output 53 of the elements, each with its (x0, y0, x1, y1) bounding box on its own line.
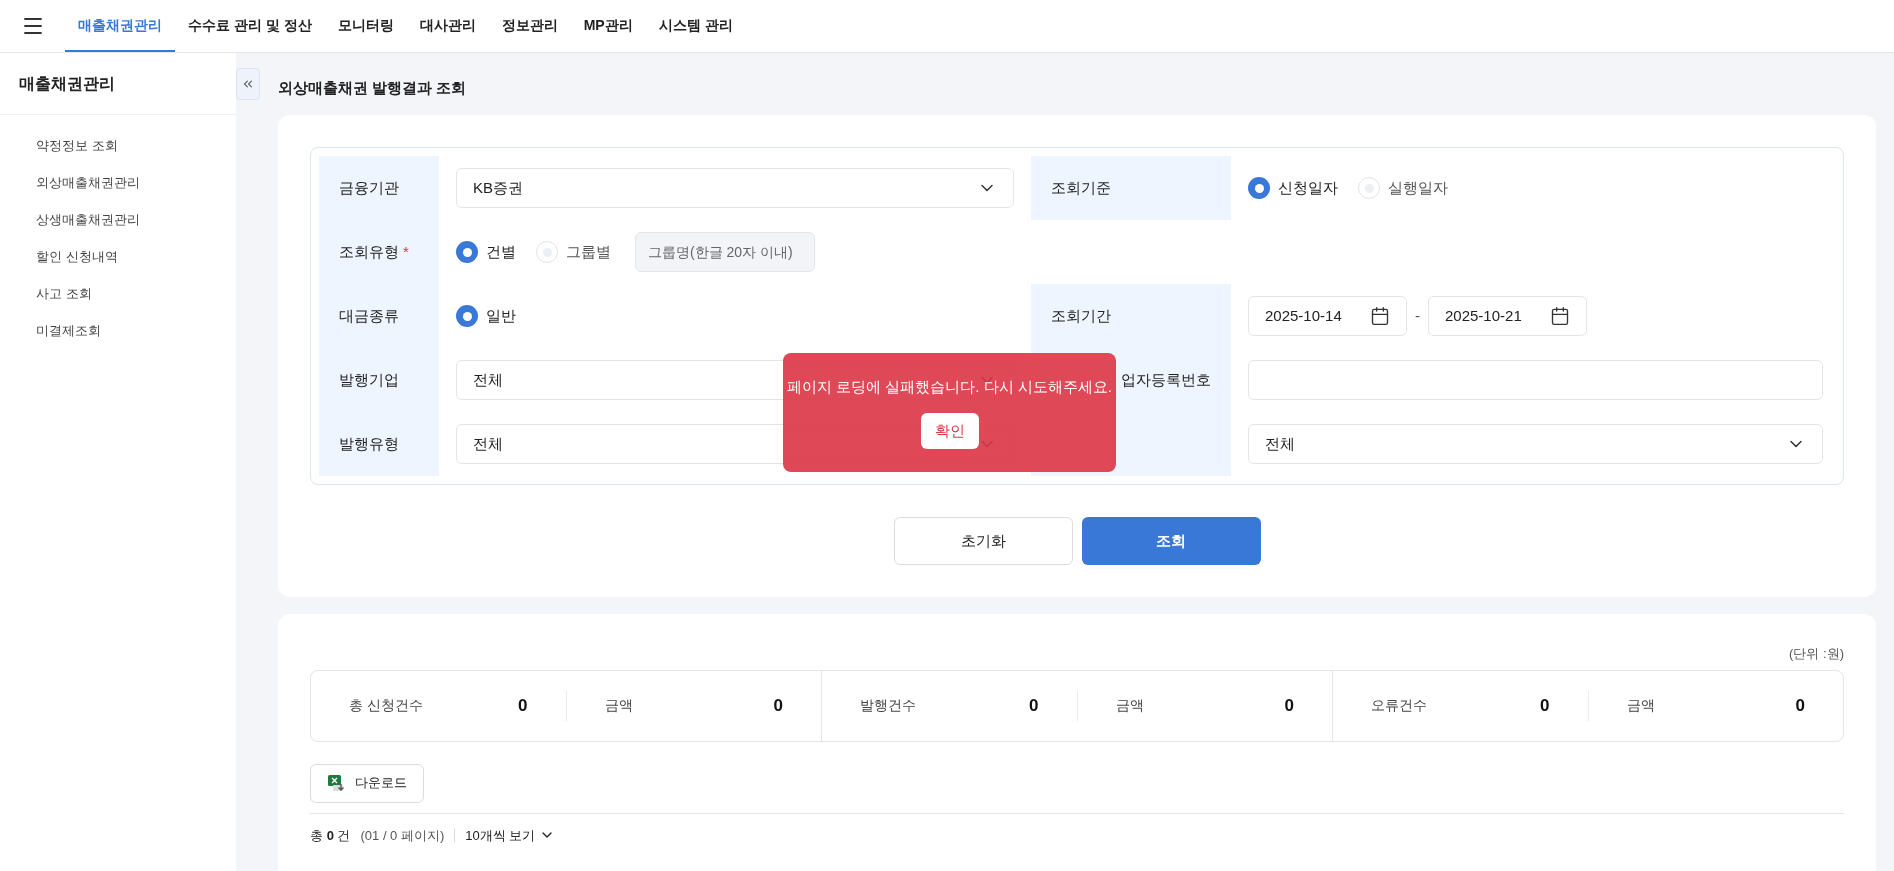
confirm-button[interactable]: 확인 (920, 412, 979, 449)
nav-tab[interactable]: 모니터링 (324, 0, 407, 52)
sidebar-item[interactable]: 외상매출채권관리 (0, 164, 236, 201)
field-label: 업자등록번호 (1121, 369, 1211, 390)
summary-value: 0 (1029, 694, 1039, 717)
summary-label: 금액 (1115, 696, 1144, 715)
sidebar-item[interactable]: 약정정보 조회 (0, 127, 236, 164)
radio-option[interactable]: 일반 (456, 304, 516, 328)
reset-button[interactable]: 초기화 (893, 517, 1073, 565)
summary-label: 발행건수 (860, 696, 916, 715)
sidebar-title: 매출채권관리 (19, 73, 115, 94)
page-info: (01 / 0 페이지) (360, 826, 445, 845)
summary-value: 0 (1284, 694, 1294, 717)
required-mark: * (403, 241, 409, 262)
unit-text: (단위 :원) (1789, 645, 1844, 663)
summary-label: 오류건수 (1371, 696, 1427, 715)
summary-value: 0 (1795, 694, 1805, 717)
field-label: 조회기간 (1051, 305, 1111, 326)
download-button[interactable]: 다운로드 (310, 763, 424, 803)
field-label: 금융기관 (339, 177, 399, 198)
total-count: 총 0 건 (310, 826, 351, 845)
summary-label: 총 신청건수 (349, 696, 423, 715)
nav-tab[interactable]: MP관리 (570, 0, 646, 52)
date-separator: - (1415, 305, 1420, 326)
radio-option[interactable]: 건별 (456, 240, 516, 264)
nav-tab[interactable]: 수수료 관리 및 정산 (175, 0, 325, 52)
nav-tab[interactable]: 정보관리 (488, 0, 571, 52)
radio-option[interactable]: 신청일자 (1248, 176, 1338, 200)
sidebar-item[interactable]: 상생매출채권관리 (0, 201, 236, 238)
sidebar-item[interactable]: 미결제조회 (0, 312, 236, 349)
sidebar-item[interactable]: 사고 조회 (0, 275, 236, 312)
select-field[interactable]: 전체 (1248, 424, 1823, 464)
nav-tab[interactable]: 대사관리 (406, 0, 489, 52)
sidebar-item[interactable]: 할인 신청내역 (0, 238, 236, 275)
summary-value: 0 (1540, 694, 1550, 717)
field-label: 대금종류 (339, 305, 399, 326)
summary-value: 0 (773, 694, 783, 717)
field-label: 조회기준 (1051, 177, 1111, 198)
date-field[interactable]: 2025-10-14 (1248, 296, 1407, 336)
date-field[interactable]: 2025-10-21 (1428, 296, 1587, 336)
field-label: 발행유형 (339, 433, 399, 454)
field-label: 발행기업 (339, 369, 399, 390)
field-label: 조회유형 (339, 241, 399, 262)
search-button[interactable]: 조회 (1081, 517, 1261, 565)
nav-tab[interactable]: 시스템 관리 (645, 0, 746, 52)
radio-option[interactable]: 실행일자 (1358, 176, 1448, 200)
summary-label: 금액 (1626, 696, 1655, 715)
radio-option[interactable]: 그룹별 (536, 240, 611, 264)
page-title: 외상매출채권 발행결과 조회 (278, 78, 468, 98)
page-size-dropdown[interactable]: 10개씩 보기 (465, 825, 556, 845)
select-field[interactable]: KB증권 (456, 168, 1014, 208)
summary-label: 금액 (604, 696, 633, 715)
summary-value: 0 (518, 694, 528, 717)
